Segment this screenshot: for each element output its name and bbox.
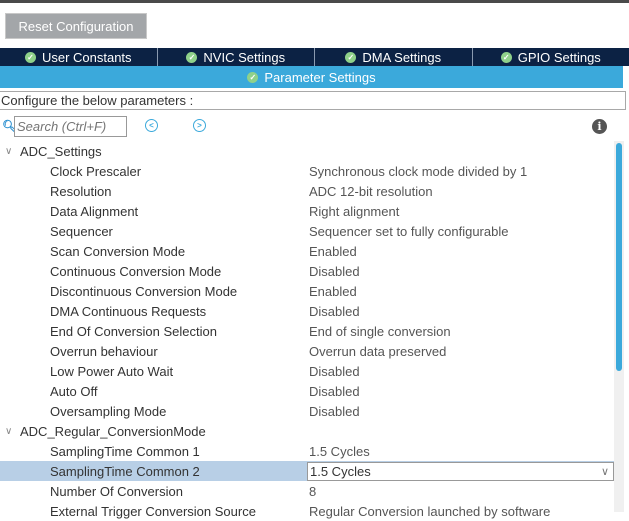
scrollbar-thumb[interactable]	[616, 143, 622, 371]
parameter-row[interactable]: Clock Prescaler Synchronous clock mode di…	[0, 161, 614, 181]
parameter-row[interactable]: Sequencer Sequencer set to fully configur…	[0, 221, 614, 241]
parameter-value[interactable]: Disabled	[309, 384, 360, 399]
parameter-label: End Of Conversion Selection	[50, 324, 217, 339]
info-icon[interactable]: i	[592, 119, 607, 134]
parameter-row[interactable]: Data Alignment Right alignment	[0, 201, 614, 221]
parameter-row[interactable]: End Of Conversion Selection End of single…	[0, 321, 614, 341]
parameter-value[interactable]: Right alignment	[309, 204, 399, 219]
tab-label: NVIC Settings	[203, 50, 285, 65]
parameter-row[interactable]: Overrun behaviour Overrun data preserved	[0, 341, 614, 361]
dropdown-value: 1.5 Cycles	[310, 464, 371, 479]
search-input[interactable]	[14, 116, 127, 137]
parameter-label: Overrun behaviour	[50, 344, 158, 359]
parameter-value[interactable]: Sequencer set to fully configurable	[309, 224, 508, 239]
parameter-label: DMA Continuous Requests	[50, 304, 206, 319]
check-icon: ✓	[247, 72, 258, 83]
parameter-value[interactable]: Disabled	[309, 404, 360, 419]
window-top-border	[0, 0, 629, 3]
scrollbar[interactable]	[614, 141, 624, 512]
tab-label: User Constants	[42, 50, 132, 65]
parameter-value[interactable]: Disabled	[309, 364, 360, 379]
group-row[interactable]: ∨ADC_Settings	[0, 141, 614, 161]
configure-heading: Configure the below parameters :	[0, 91, 626, 110]
parameter-value[interactable]: ADC 12-bit resolution	[309, 184, 433, 199]
chevron-down-icon[interactable]: ∨	[5, 426, 20, 437]
tab-label: Parameter Settings	[264, 70, 375, 85]
parameter-label: SamplingTime Common 1	[50, 444, 200, 459]
parameter-value[interactable]: 8	[309, 484, 316, 499]
tab-gpio-settings[interactable]: ✓ GPIO Settings	[473, 48, 629, 66]
previous-result-icon[interactable]: <	[145, 119, 158, 132]
parameter-value[interactable]: 1.5 Cycles	[309, 444, 370, 459]
parameter-row[interactable]: Number Of Conversion 8	[0, 481, 614, 501]
parameter-row[interactable]: Resolution ADC 12-bit resolution	[0, 181, 614, 201]
parameter-value[interactable]: Disabled	[309, 304, 360, 319]
tab-label: GPIO Settings	[518, 50, 601, 65]
search-row: 🔍︎ < > i	[0, 115, 629, 137]
group-label: ADC_Settings	[20, 144, 102, 159]
parameter-label: Number Of Conversion	[50, 484, 183, 499]
parameter-label: SamplingTime Common 2	[50, 464, 200, 479]
parameter-value[interactable]: Enabled	[309, 244, 357, 259]
parameter-label: Discontinuous Conversion Mode	[50, 284, 237, 299]
parameter-label: External Trigger Conversion Source	[50, 504, 256, 519]
parameter-value[interactable]: Overrun data preserved	[309, 344, 446, 359]
tab-user-constants[interactable]: ✓ User Constants	[0, 48, 158, 66]
tab-nvic-settings[interactable]: ✓ NVIC Settings	[158, 48, 316, 66]
parameter-value[interactable]: Disabled	[309, 264, 360, 279]
tab-label: DMA Settings	[362, 50, 441, 65]
parameter-value[interactable]: Synchronous clock mode divided by 1	[309, 164, 527, 179]
group-row[interactable]: ∨ADC_Regular_ConversionMode	[0, 421, 614, 441]
check-icon: ✓	[25, 52, 36, 63]
parameter-row[interactable]: External Trigger Conversion Source Regula…	[0, 501, 614, 521]
parameter-label: Low Power Auto Wait	[50, 364, 173, 379]
parameter-row[interactable]: Continuous Conversion Mode Disabled	[0, 261, 614, 281]
group-label: ADC_Regular_ConversionMode	[20, 424, 206, 439]
parameter-label: Continuous Conversion Mode	[50, 264, 221, 279]
parameter-label: Oversampling Mode	[50, 404, 166, 419]
parameter-label: Clock Prescaler	[50, 164, 141, 179]
parameter-value[interactable]: End of single conversion	[309, 324, 451, 339]
reset-configuration-button[interactable]: Reset Configuration	[5, 13, 147, 39]
chevron-down-icon[interactable]: ∨	[601, 465, 609, 478]
parameter-label: Scan Conversion Mode	[50, 244, 185, 259]
parameter-label: Resolution	[50, 184, 111, 199]
parameter-value[interactable]: Enabled	[309, 284, 357, 299]
parameter-row[interactable]: SamplingTime Common 1 1.5 Cycles	[0, 441, 614, 461]
check-icon: ✓	[345, 52, 356, 63]
tab-bar: ✓ User Constants ✓ NVIC Settings ✓ DMA Sett…	[0, 48, 629, 66]
check-icon: ✓	[186, 52, 197, 63]
parameter-row[interactable]: Oversampling Mode Disabled	[0, 401, 614, 421]
parameter-value-dropdown[interactable]: 1.5 Cycles ∨	[307, 462, 614, 481]
parameter-row[interactable]: Auto Off Disabled	[0, 381, 614, 401]
chevron-down-icon[interactable]: ∨	[5, 146, 20, 157]
check-icon: ✓	[501, 52, 512, 63]
tab-parameter-settings[interactable]: ✓ Parameter Settings	[0, 66, 623, 88]
parameter-row[interactable]: SamplingTime Common 2 1.5 Cycles ∨	[0, 461, 614, 481]
parameter-row[interactable]: Discontinuous Conversion Mode Enabled	[0, 281, 614, 301]
parameter-tree: ∨ADC_SettingsClock PrescalerSynchronous …	[0, 141, 614, 521]
parameter-label: Sequencer	[50, 224, 113, 239]
next-result-icon[interactable]: >	[193, 119, 206, 132]
parameter-value[interactable]: Regular Conversion launched by software	[309, 504, 550, 519]
parameter-row[interactable]: DMA Continuous Requests Disabled	[0, 301, 614, 321]
parameter-row[interactable]: Low Power Auto Wait Disabled	[0, 361, 614, 381]
tab-dma-settings[interactable]: ✓ DMA Settings	[315, 48, 473, 66]
parameter-label: Data Alignment	[50, 204, 138, 219]
parameter-row[interactable]: Scan Conversion Mode Enabled	[0, 241, 614, 261]
parameter-label: Auto Off	[50, 384, 97, 399]
